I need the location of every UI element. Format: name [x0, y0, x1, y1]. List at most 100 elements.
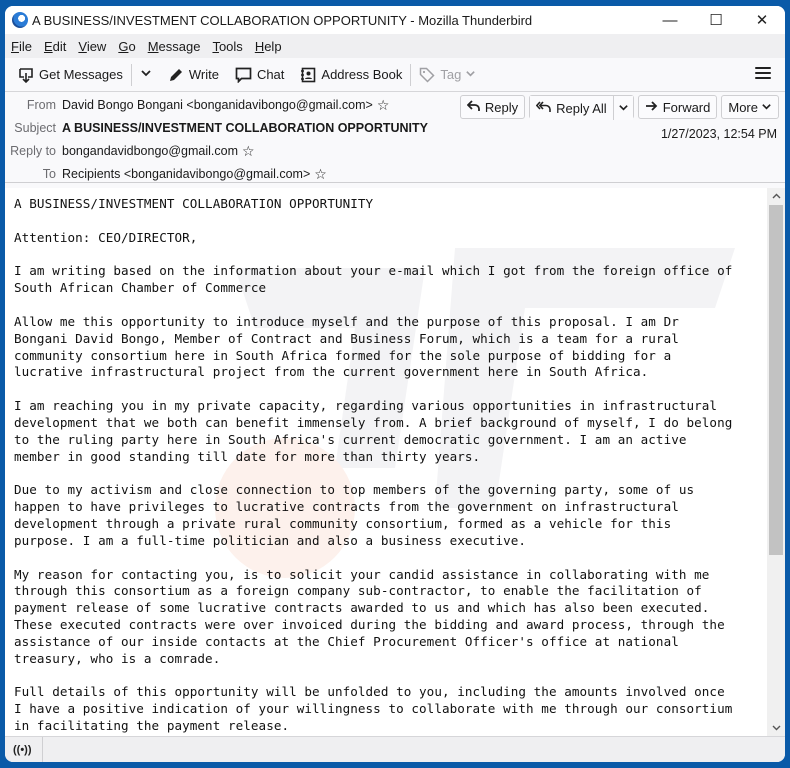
message-line: Attention: CEO/DIRECTOR, — [14, 229, 198, 245]
subject-row: Subject A BUSINESS/INVESTMENT COLLABORAT… — [5, 118, 428, 138]
chevron-down-icon — [618, 101, 629, 116]
forward-label: Forward — [662, 99, 711, 115]
star-icon[interactable]: ☆ — [377, 98, 390, 112]
to-value[interactable]: Recipients <bonganidavibongo@gmail.com> — [62, 167, 310, 181]
menu-file[interactable]: File — [11, 39, 32, 54]
tag-label: Tag — [440, 67, 462, 82]
vertical-scrollbar[interactable] — [767, 188, 785, 736]
message-line: South African Chamber of Commerce — [14, 280, 267, 296]
reply-to-row: Reply to bongandavidbongo@gmail.com ☆ — [5, 141, 255, 161]
close-button[interactable]: ✕ — [739, 6, 785, 34]
message-line: I am reaching you in my private capacity… — [14, 398, 718, 414]
app-menu-icon[interactable] — [755, 65, 771, 81]
to-label: To — [42, 167, 56, 181]
message-line — [14, 247, 764, 264]
message-line: These executed contracts were over invoi… — [14, 617, 725, 633]
get-messages-label: Get Messages — [39, 67, 123, 82]
menu-file-label: ile — [18, 38, 32, 54]
menu-view[interactable]: View — [78, 39, 106, 54]
message-line: A BUSINESS/INVESTMENT COLLABORATION OPPO… — [14, 196, 374, 211]
message-line: payment release of some lucrative contra… — [14, 600, 710, 616]
maximize-button[interactable]: ☐ — [693, 6, 739, 34]
address-book-label: Address Book — [321, 67, 403, 82]
window-title: A BUSINESS/INVESTMENT COLLABORATION OPPO… — [32, 12, 533, 28]
message-line: member in good standing till date for mo… — [14, 448, 481, 464]
reply-all-split-button: Reply All — [529, 95, 634, 120]
menu-edit-accesskey: E — [43, 38, 53, 54]
online-status-icon[interactable]: ((•)) — [13, 736, 43, 762]
get-messages-button[interactable]: Get Messages — [13, 61, 128, 89]
toolbar-divider — [410, 63, 412, 86]
menu-message-label: essage — [158, 38, 201, 54]
message-line: Full details of this opportunity will be… — [14, 684, 725, 700]
tag-icon — [419, 67, 435, 83]
chevron-down-icon — [465, 67, 476, 82]
chat-button[interactable]: Chat — [230, 61, 289, 89]
message-line: happen to have privileges to lucrative c… — [14, 499, 679, 515]
from-label: From — [26, 98, 56, 112]
reply-label: Reply — [484, 99, 519, 115]
message-line: assistance of our inside contacts at the… — [14, 633, 679, 649]
menu-view-label: iew — [86, 38, 107, 54]
from-row: From David Bongo Bongani <bonganidavibon… — [5, 95, 390, 115]
message-line: I am writing based on the information ab… — [14, 263, 733, 279]
scroll-up-icon[interactable] — [767, 188, 785, 204]
write-button[interactable]: Write — [163, 61, 224, 89]
menu-help-label: elp — [264, 38, 282, 54]
message-line: development that we both can benefit imm… — [14, 414, 733, 430]
message-line: purpose. I am a full-time politician and… — [14, 532, 527, 548]
message-line: Bongani David Bongo, Member of Contract … — [14, 330, 679, 346]
message-header: From David Bongo Bongani <bonganidavibon… — [5, 92, 785, 183]
menu-edit-label: dit — [52, 38, 67, 54]
header-actions: Reply Reply All Forward More — [456, 95, 779, 120]
message-line — [14, 297, 764, 314]
star-icon[interactable]: ☆ — [242, 144, 255, 158]
message-line — [14, 550, 764, 567]
address-book-button[interactable]: Address Book — [295, 61, 407, 89]
reply-button[interactable]: Reply — [459, 95, 526, 119]
menu-tools[interactable]: Tools — [212, 39, 242, 54]
reply-to-value[interactable]: bongandavidbongo@gmail.com — [62, 144, 238, 158]
reply-all-arrow-icon — [535, 100, 551, 116]
write-label: Write — [188, 67, 219, 82]
chevron-down-icon — [140, 67, 152, 82]
message-line: I have a positive indication of your wil… — [14, 701, 733, 717]
message-date: 1/27/2023, 12:54 PM — [660, 127, 777, 141]
scroll-down-icon[interactable] — [767, 720, 785, 736]
forward-arrow-icon — [645, 100, 658, 115]
message-line — [14, 466, 764, 483]
subject-value: A BUSINESS/INVESTMENT COLLABORATION OPPO… — [62, 121, 428, 135]
message-line: My reason for contacting you, is to soli… — [14, 566, 710, 582]
more-label: More — [728, 99, 758, 115]
chat-label: Chat — [256, 67, 285, 82]
from-value[interactable]: David Bongo Bongani <bonganidavibongo@gm… — [62, 98, 373, 112]
menu-tools-label: ools — [218, 38, 243, 54]
message-line — [14, 668, 764, 685]
menu-go[interactable]: Go — [118, 39, 135, 54]
chevron-down-icon — [761, 100, 772, 115]
menu-bar: File Edit View Go Message Tools Help — [5, 34, 785, 58]
minimize-button[interactable]: — — [647, 6, 693, 34]
reply-all-button[interactable]: Reply All — [530, 96, 613, 120]
reply-all-dropdown[interactable] — [612, 96, 633, 120]
star-icon[interactable]: ☆ — [314, 167, 327, 181]
scrollbar-thumb[interactable] — [769, 205, 783, 555]
message-line: treasury, who is a comrade. — [14, 650, 221, 666]
message-line — [14, 213, 764, 230]
window-controls: — ☐ ✕ — [647, 6, 785, 34]
thunderbird-window: A BUSINESS/INVESTMENT COLLABORATION OPPO… — [5, 6, 785, 762]
message-body: A BUSINESS/INVESTMENT COLLABORATION OPPO… — [5, 188, 785, 736]
main-toolbar: Get Messages Write Chat Address Book Tag — [5, 58, 785, 92]
message-line: development through a private rural comm… — [14, 516, 672, 532]
menu-help[interactable]: Help — [255, 39, 282, 54]
menu-message[interactable]: Message — [148, 39, 201, 54]
reply-arrow-icon — [466, 99, 480, 115]
menu-help-accesskey: H — [254, 38, 265, 54]
more-button[interactable]: More — [721, 95, 779, 119]
tag-button[interactable]: Tag — [414, 61, 481, 89]
forward-button[interactable]: Forward — [637, 95, 718, 119]
menu-edit[interactable]: Edit — [44, 39, 66, 54]
get-messages-dropdown[interactable] — [135, 61, 157, 89]
menu-go-label: o — [128, 38, 136, 54]
title-bar: A BUSINESS/INVESTMENT COLLABORATION OPPO… — [5, 6, 785, 34]
